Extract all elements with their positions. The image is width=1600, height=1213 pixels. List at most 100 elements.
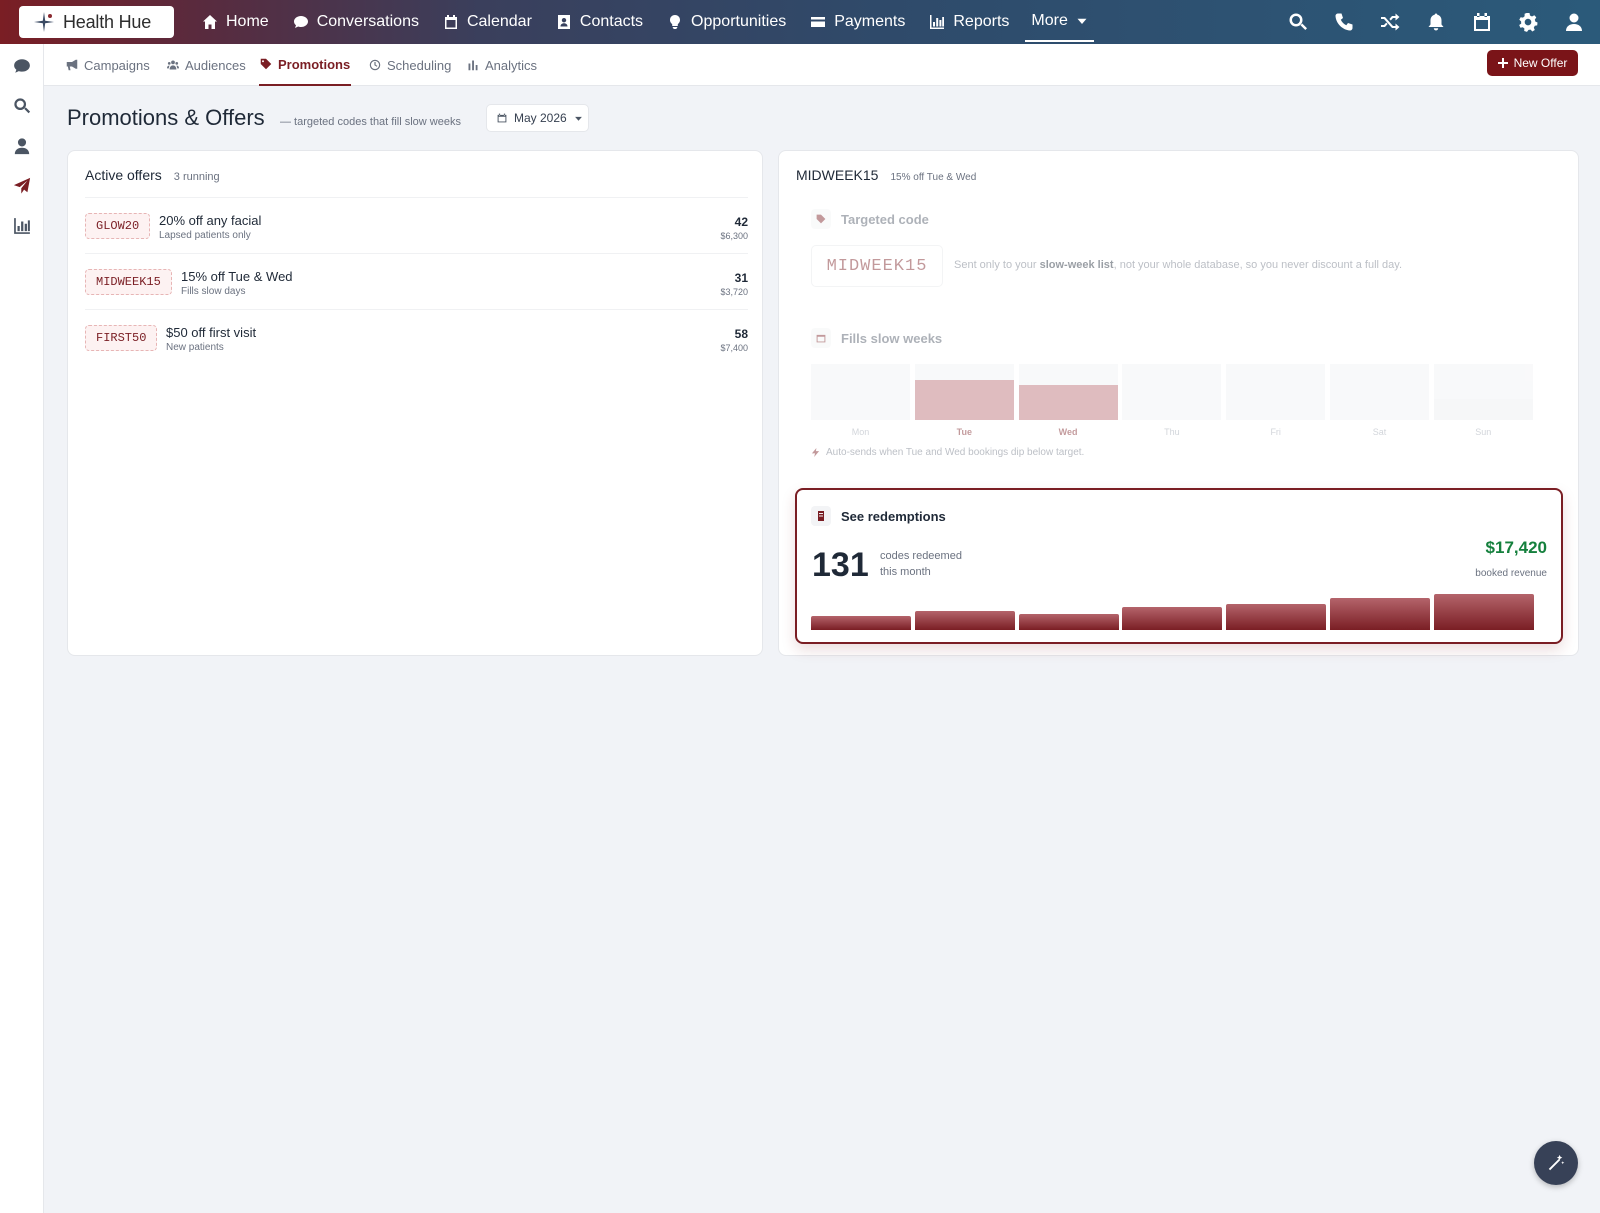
nav-home[interactable]: Home [190, 0, 281, 44]
offer-audience: New patients [166, 342, 224, 353]
weekday-label: Thu [1164, 427, 1180, 437]
active-offers-title: Active offers [85, 167, 162, 183]
rail-reports[interactable] [13, 217, 31, 235]
trend-bar [1018, 614, 1119, 630]
calendar-icon [811, 328, 831, 348]
rail-contacts[interactable] [13, 137, 31, 155]
month-select-value: May 2026 [514, 111, 567, 125]
auto-send-note: Auto-sends when Tue and Wed bookings dip… [811, 447, 1084, 458]
offer-revenue: $3,720 [720, 287, 748, 297]
note-text: , not your whole database, so you never … [1113, 259, 1403, 271]
magic-wand-icon [1548, 1154, 1565, 1171]
weekday-bar-slot [914, 364, 1014, 420]
bar-chart-icon [930, 15, 945, 29]
user-icon[interactable] [1564, 12, 1584, 32]
nav-calendar[interactable]: Calendar [431, 0, 544, 44]
page-subtitle: — targeted codes that fill slow weeks [280, 116, 461, 128]
tab-campaigns-label: Campaigns [84, 57, 150, 73]
top-utility-icons [1288, 0, 1584, 44]
caret-down-icon [574, 116, 582, 121]
offer-redemptions: 31 [734, 271, 748, 285]
lightbulb-icon [670, 15, 681, 29]
calendar-icon[interactable] [1472, 12, 1492, 32]
gear-icon[interactable] [1518, 12, 1538, 32]
auto-send-note-text: Auto-sends when Tue and Wed bookings dip… [826, 447, 1085, 458]
nav-opportunities[interactable]: Opportunities [655, 0, 798, 44]
new-offer-label: New Offer [1513, 56, 1568, 70]
see-redemptions-panel[interactable]: See redemptions 131 codes redeemed this … [795, 488, 1563, 644]
weekday-bar-slot [1226, 364, 1326, 420]
tab-analytics[interactable]: Analytics [467, 44, 537, 86]
offer-code: MIDWEEK15 [85, 269, 172, 295]
offer-audience: Lapsed patients only [159, 230, 251, 241]
offer-detail-card: MIDWEEK15 15% off Tue & Wed Targeted cod… [778, 150, 1579, 656]
active-offers-card: Active offers 3 running GLOW20 20% off a… [67, 150, 763, 656]
page-title: Promotions & Offers [67, 105, 265, 130]
tab-audiences[interactable]: Audiences [167, 44, 246, 86]
tag-icon [260, 58, 272, 70]
weekday-label: Mon [851, 427, 870, 437]
tag-icon [811, 209, 831, 229]
caret-down-icon [1077, 18, 1087, 24]
nav-conversations[interactable]: Conversations [281, 0, 431, 44]
nav-calendar-label: Calendar [466, 13, 532, 30]
note-text: Sent only to your [954, 259, 1040, 271]
targeted-code-label: Targeted code [811, 209, 929, 229]
nav-more[interactable]: More [1025, 2, 1094, 42]
redemption-count-label-line: codes redeemed [880, 550, 962, 562]
nav-contacts[interactable]: Contacts [544, 0, 655, 44]
plus-icon [1497, 58, 1508, 68]
weekday-label: Sun [1475, 427, 1492, 437]
tab-promotions[interactable]: Promotions [259, 44, 352, 86]
lightning-icon [811, 448, 820, 457]
tab-scheduling[interactable]: Scheduling [369, 44, 451, 86]
offer-row[interactable]: FIRST50 $50 off first visit New patients… [85, 309, 748, 365]
credit-card-icon [811, 17, 826, 27]
offer-name: 20% off any facial [159, 213, 262, 228]
chat-icon [293, 16, 308, 28]
weekday-bar [1018, 385, 1118, 420]
trend-bar [1433, 594, 1534, 630]
rail-marketing[interactable] [13, 177, 31, 195]
nav-opportunities-label: Opportunities [691, 13, 787, 30]
calendar-icon [497, 113, 507, 123]
offer-name: $50 off first visit [166, 325, 257, 340]
offer-redemptions: 42 [734, 215, 748, 229]
bell-icon[interactable] [1426, 12, 1446, 32]
offer-code: FIRST50 [85, 325, 158, 351]
nav-reports[interactable]: Reports [917, 0, 1021, 44]
weekday-label: Tue [956, 427, 972, 437]
booked-revenue-value: $17,420 [1485, 538, 1547, 557]
shuffle-icon[interactable] [1380, 12, 1400, 32]
bar-chart-icon [468, 60, 478, 71]
targeted-code-note: Sent only to your slow-week list, not yo… [954, 259, 1402, 271]
tab-scheduling-label: Scheduling [387, 57, 452, 73]
nav-contacts-label: Contacts [579, 13, 644, 30]
ai-assistant-button[interactable] [1534, 1141, 1578, 1185]
weekday-label: Wed [1058, 427, 1078, 437]
nav-payments[interactable]: Payments [798, 0, 917, 44]
tab-campaigns[interactable]: Campaigns [66, 44, 150, 86]
search-icon[interactable] [1288, 12, 1308, 32]
rail-search[interactable] [13, 97, 31, 115]
send-icon [13, 177, 31, 194]
calendar-icon [444, 15, 457, 29]
contact-card-icon [557, 15, 570, 29]
rail-chat[interactable] [13, 57, 31, 75]
megaphone-icon [66, 59, 78, 71]
new-offer-button[interactable]: New Offer [1487, 50, 1578, 76]
offer-row[interactable]: MIDWEEK15 15% off Tue & Wed Fills slow d… [85, 253, 748, 309]
offer-revenue: $6,300 [720, 231, 748, 241]
nav-payments-label: Payments [834, 13, 906, 30]
active-offers-count: 3 running [173, 171, 220, 183]
app-logo[interactable]: Health Hue [19, 6, 174, 38]
weekday-bar-slot [1330, 364, 1429, 420]
redemption-count-label: codes redeemed this month [880, 548, 980, 580]
weekday-label: Sat [1372, 427, 1387, 437]
phone-icon[interactable] [1334, 12, 1354, 32]
month-select[interactable]: May 2026 [486, 104, 589, 132]
see-redemptions-label-text: See redemptions [841, 508, 946, 524]
offer-row[interactable]: GLOW20 20% off any facial Lapsed patient… [85, 197, 748, 253]
active-offers-header: Active offers 3 running [85, 167, 220, 183]
slow-weeks-label-text: Fills slow weeks [841, 330, 943, 346]
